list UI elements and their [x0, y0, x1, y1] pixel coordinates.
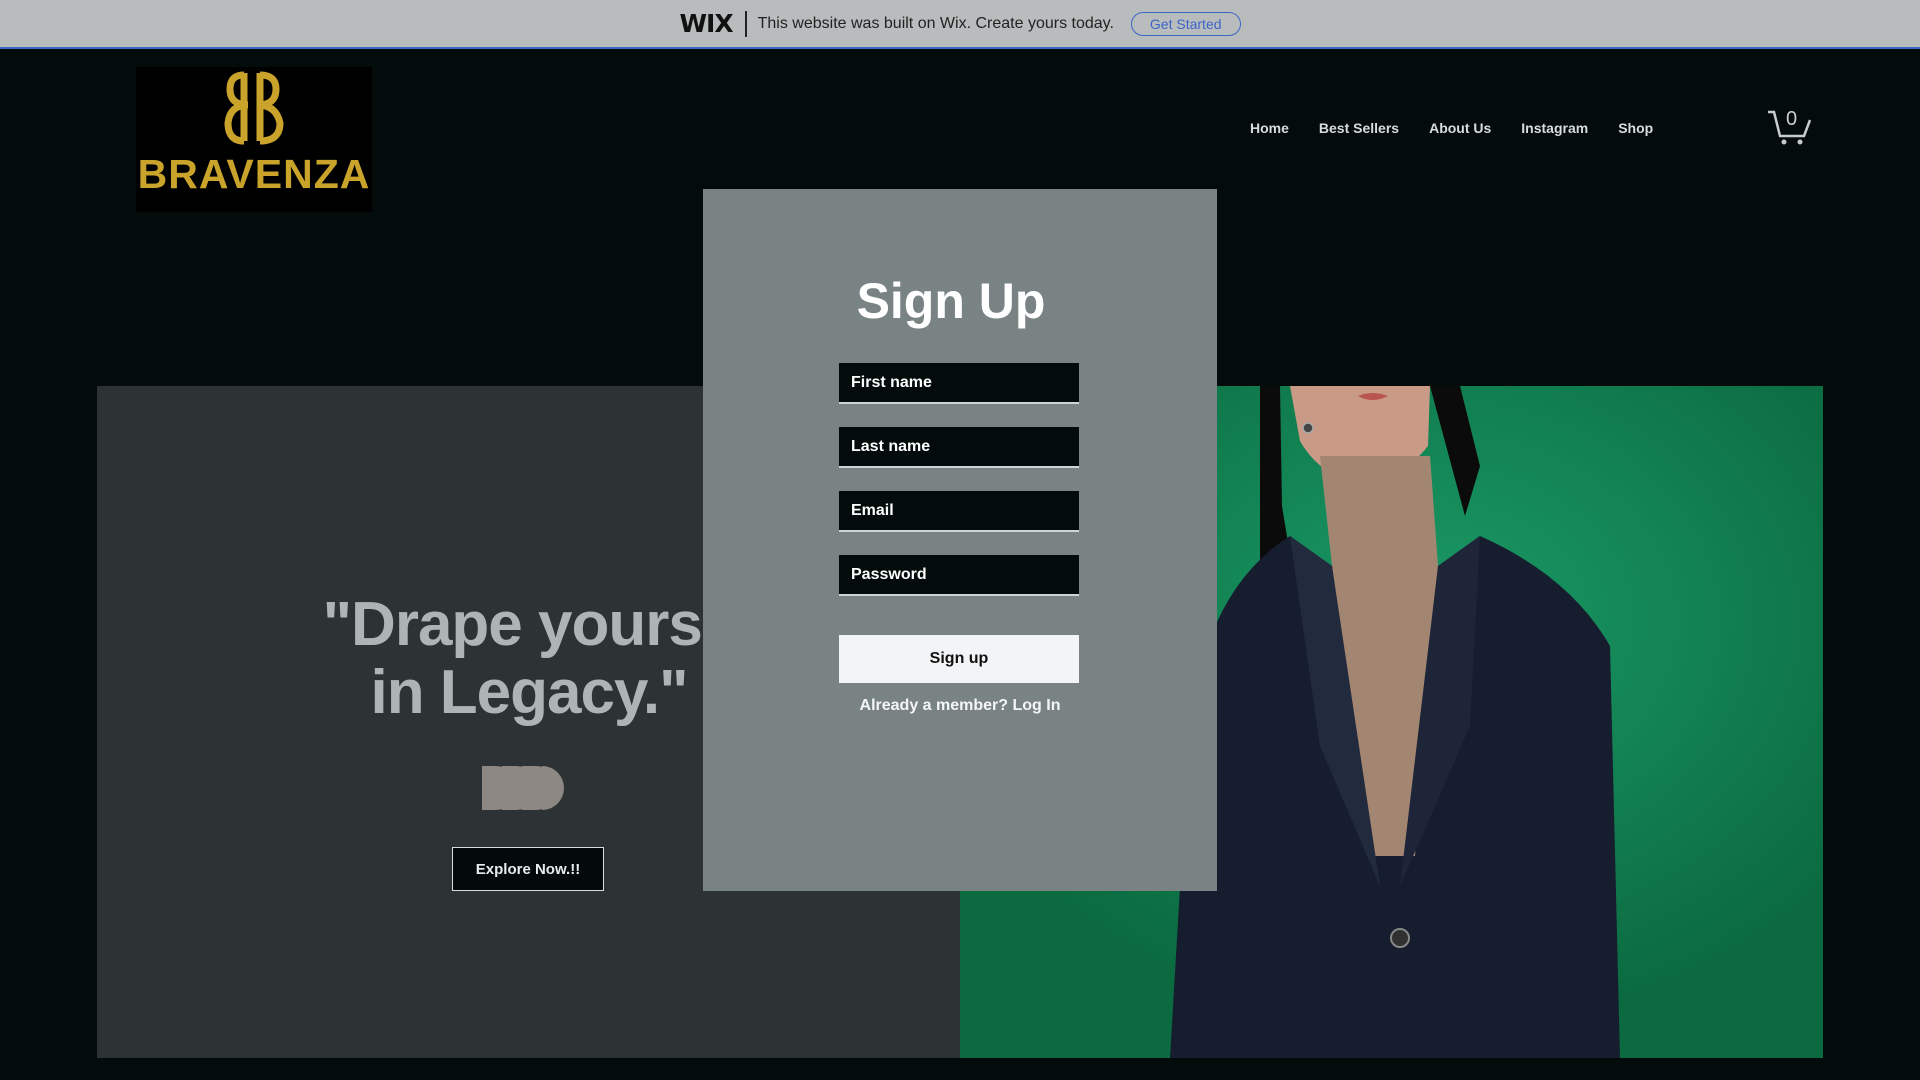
arrows-icon [482, 766, 564, 810]
banner-message: This website was built on Wix. Create yo… [757, 14, 1114, 32]
nav-home[interactable]: Home [1250, 120, 1289, 136]
brand-logo[interactable]: BRAVENZA [136, 67, 372, 212]
get-started-button[interactable]: Get Started [1130, 11, 1241, 36]
signup-modal: Sign Up First name Last name Email Passw… [703, 189, 1217, 891]
bb-monogram-icon [224, 71, 284, 145]
signup-title: Sign Up [856, 273, 1046, 329]
nav-about-us[interactable]: About Us [1429, 120, 1491, 136]
nav-best-sellers[interactable]: Best Sellers [1319, 120, 1399, 136]
last-name-field[interactable]: Last name [839, 427, 1079, 468]
first-name-field[interactable]: First name [839, 363, 1079, 404]
brand-name: BRAVENZA [137, 151, 371, 197]
main-nav: Home Best Sellers About Us Instagram Sho… [1250, 120, 1653, 136]
explore-now-button[interactable]: Explore Now.!! [452, 847, 604, 891]
wix-banner: WIX This website was built on Wix. Creat… [0, 0, 1920, 49]
cart-count: 0 [1786, 108, 1798, 130]
login-prompt: Already a member? Log In [703, 697, 1217, 715]
login-prompt-text: Already a member? [859, 697, 1009, 714]
password-field[interactable]: Password [839, 555, 1079, 596]
signup-submit-button[interactable]: Sign up [839, 635, 1079, 683]
cart-button[interactable]: 0 [1766, 106, 1812, 146]
email-field[interactable]: Email [839, 491, 1079, 532]
wix-logo[interactable]: WIX [679, 9, 733, 38]
login-link[interactable]: Log In [1012, 697, 1060, 714]
nav-shop[interactable]: Shop [1618, 120, 1653, 136]
banner-divider [744, 10, 747, 37]
nav-instagram[interactable]: Instagram [1521, 120, 1588, 136]
